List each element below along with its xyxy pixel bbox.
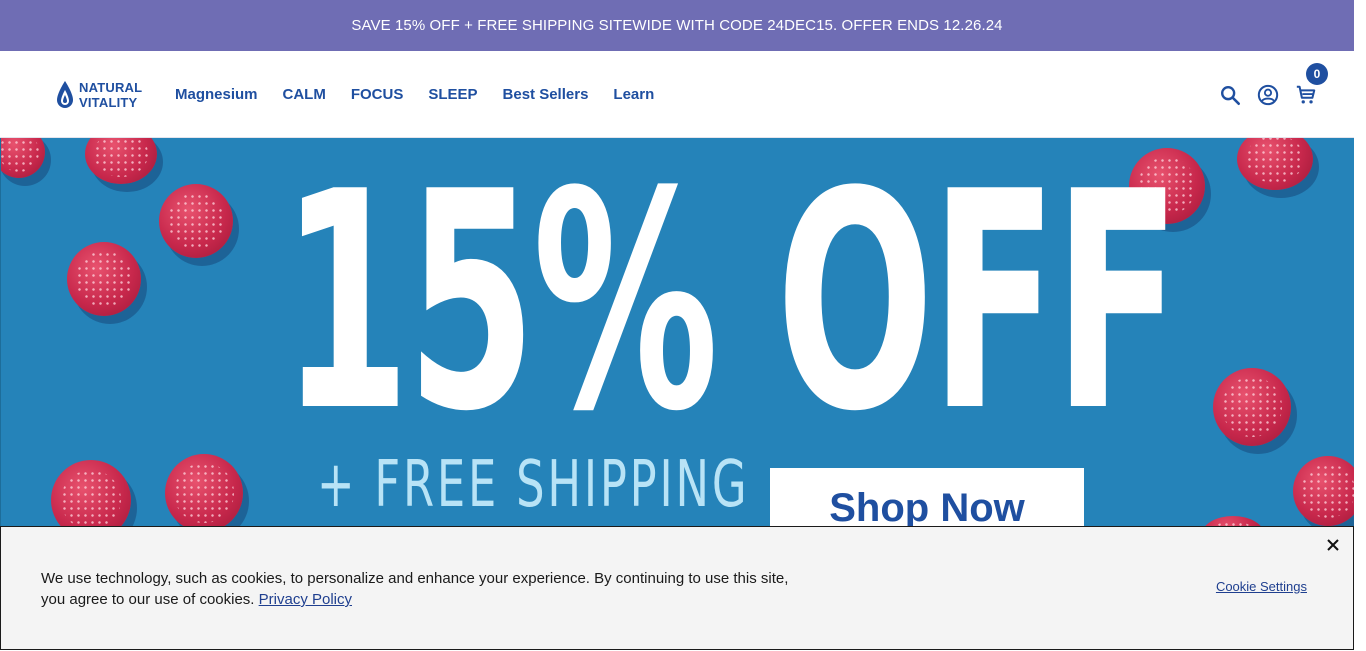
- gummy-image: [85, 138, 157, 184]
- brand-wordmark: NATURAL VITALITY: [79, 80, 142, 110]
- privacy-policy-link[interactable]: Privacy Policy: [259, 591, 352, 608]
- close-icon: [1327, 539, 1339, 551]
- nav-item-calm[interactable]: CALM: [283, 86, 326, 103]
- gummy-image: [1237, 138, 1313, 190]
- promo-text: SAVE 15% OFF + FREE SHIPPING SITEWIDE WI…: [351, 17, 1003, 34]
- gummy-image: [1293, 456, 1354, 526]
- account-icon: [1257, 84, 1279, 105]
- brand-logo[interactable]: NATURAL VITALITY: [56, 79, 142, 111]
- cart-count-badge: 0: [1306, 62, 1328, 85]
- main-nav: Magnesium CALM FOCUS SLEEP Best Sellers …: [175, 51, 654, 138]
- site-header: NATURAL VITALITY Magnesium CALM FOCUS SL…: [0, 51, 1354, 138]
- cart-icon: [1296, 85, 1316, 104]
- gummy-image: [67, 242, 141, 316]
- brand-line-2: VITALITY: [79, 95, 138, 110]
- nav-item-sleep[interactable]: SLEEP: [428, 86, 477, 103]
- shop-now-button[interactable]: Shop Now: [770, 468, 1084, 528]
- search-button[interactable]: [1218, 83, 1242, 107]
- page-scrollbar[interactable]: [1354, 0, 1366, 651]
- hero-banner[interactable]: 15% OFF + FREE SHIPPING Shop Now: [0, 138, 1354, 528]
- drop-logo-icon: [57, 81, 73, 108]
- gummy-image: [51, 460, 131, 528]
- nav-item-focus[interactable]: FOCUS: [351, 86, 404, 103]
- gummy-image: [1213, 368, 1291, 446]
- nav-item-magnesium[interactable]: Magnesium: [175, 86, 258, 103]
- gummy-image: [165, 454, 243, 528]
- cookie-banner: We use technology, such as cookies, to p…: [0, 526, 1354, 650]
- nav-item-best-sellers[interactable]: Best Sellers: [503, 86, 589, 103]
- brand-line-1: NATURAL: [79, 80, 143, 95]
- hero-subline: + FREE SHIPPING: [317, 448, 750, 522]
- account-button[interactable]: [1256, 83, 1280, 107]
- search-icon: [1221, 85, 1240, 105]
- promo-bar: SAVE 15% OFF + FREE SHIPPING SITEWIDE WI…: [0, 0, 1354, 51]
- cart-button[interactable]: 0: [1294, 62, 1328, 107]
- hero-headline: 15% OFF: [281, 138, 1181, 477]
- cookie-message-text: We use technology, such as cookies, to p…: [41, 570, 789, 608]
- cookie-close-button[interactable]: [1325, 537, 1341, 553]
- nav-item-learn[interactable]: Learn: [613, 86, 654, 103]
- gummy-image: [1, 138, 45, 178]
- cookie-settings-link[interactable]: Cookie Settings: [1216, 579, 1307, 594]
- gummy-image: [159, 184, 233, 258]
- cookie-message: We use technology, such as cookies, to p…: [41, 568, 811, 610]
- header-utilities: 0: [1218, 51, 1328, 138]
